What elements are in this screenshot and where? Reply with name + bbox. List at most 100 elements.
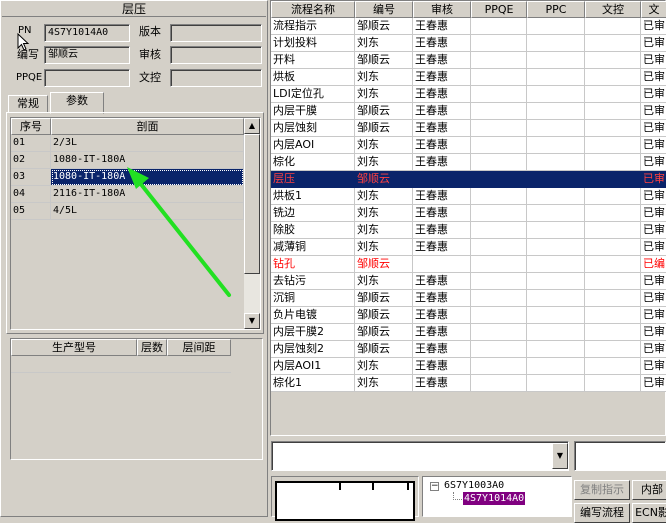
process-cell[interactable]: 内层蚀刻2 xyxy=(271,341,355,358)
process-cell[interactable]: 邹顺云 xyxy=(355,52,413,69)
process-cell[interactable] xyxy=(471,239,527,256)
production-header-spacing[interactable]: 层间距 xyxy=(167,339,231,356)
process-cell[interactable]: 棕化 xyxy=(271,154,355,171)
section-row-value[interactable]: 1080-IT-180A xyxy=(51,152,244,169)
process-cell[interactable] xyxy=(471,205,527,222)
process-cell[interactable]: 已审 xyxy=(641,375,666,392)
process-cell[interactable] xyxy=(585,171,641,188)
process-cell[interactable] xyxy=(413,256,471,273)
process-cell[interactable]: 王春惠 xyxy=(413,103,471,120)
process-row[interactable]: 烘板 刘东 王春惠 已审 xyxy=(271,69,666,86)
process-cell[interactable]: 王春惠 xyxy=(413,137,471,154)
process-row[interactable]: 内层AOI 刘东 王春惠 已审 xyxy=(271,137,666,154)
process-cell[interactable]: 刘东 xyxy=(355,35,413,52)
process-cell[interactable]: 内层AOI xyxy=(271,137,355,154)
process-row[interactable]: LDI定位孔 刘东 王春惠 已审 xyxy=(271,86,666,103)
process-cell[interactable]: 已审 xyxy=(641,69,666,86)
process-cell[interactable] xyxy=(527,256,585,273)
process-cell[interactable] xyxy=(471,290,527,307)
process-cell[interactable] xyxy=(585,239,641,256)
process-cell[interactable]: 刘东 xyxy=(355,222,413,239)
process-cell[interactable]: 王春惠 xyxy=(413,35,471,52)
process-cell[interactable] xyxy=(527,358,585,375)
process-cell[interactable]: 已审 xyxy=(641,120,666,137)
process-cell[interactable] xyxy=(471,103,527,120)
process-cell[interactable] xyxy=(527,222,585,239)
process-cell[interactable]: 层压 xyxy=(271,171,355,188)
process-header-1[interactable]: 编号 xyxy=(355,1,413,18)
process-cell[interactable]: 已审 xyxy=(641,188,666,205)
process-cell[interactable]: 刘东 xyxy=(355,205,413,222)
process-row[interactable]: 层压 邹顺云 已审 xyxy=(271,171,666,188)
process-cell[interactable]: 已审 xyxy=(641,358,666,375)
process-cell[interactable]: 王春惠 xyxy=(413,52,471,69)
process-cell[interactable] xyxy=(471,188,527,205)
process-cell[interactable]: 刘东 xyxy=(355,273,413,290)
process-header-5[interactable]: 文控 xyxy=(585,1,641,18)
process-cell[interactable]: 王春惠 xyxy=(413,86,471,103)
process-cell[interactable]: 邹顺云 xyxy=(355,103,413,120)
process-cell[interactable]: 已审 xyxy=(641,154,666,171)
process-cell[interactable] xyxy=(585,273,641,290)
process-row[interactable]: 内层蚀刻 邹顺云 王春惠 已审 xyxy=(271,120,666,137)
process-row[interactable]: 负片电镀 邹顺云 王春惠 已审 xyxy=(271,307,666,324)
process-cell[interactable]: 沉铜 xyxy=(271,290,355,307)
process-cell[interactable]: 除胶 xyxy=(271,222,355,239)
doc-control-field[interactable] xyxy=(170,69,262,87)
process-cell[interactable]: 内层蚀刻 xyxy=(271,120,355,137)
scroll-up-button[interactable]: ▲ xyxy=(244,118,260,134)
process-cell[interactable]: 邹顺云 xyxy=(355,171,413,188)
process-cell[interactable]: 刘东 xyxy=(355,86,413,103)
process-table[interactable]: 流程名称 编号 审核 PPQE PPC 文控文 流程指示 邹顺云 王春惠 已审 计划投料 刘东 王春惠… xyxy=(270,0,666,436)
process-row[interactable]: 沉铜 邹顺云 王春惠 已审 xyxy=(271,290,666,307)
process-row[interactable]: 计划投料 刘东 王春惠 已审 xyxy=(271,35,666,52)
process-row[interactable]: 棕化1 刘东 王春惠 已审 xyxy=(271,375,666,392)
process-cell[interactable]: 已审 xyxy=(641,86,666,103)
process-cell[interactable]: 王春惠 xyxy=(413,239,471,256)
process-cell[interactable] xyxy=(585,120,641,137)
scroll-thumb[interactable] xyxy=(244,134,260,274)
process-cell[interactable]: 邹顺云 xyxy=(355,307,413,324)
process-cell[interactable]: 已审 xyxy=(641,324,666,341)
process-cell[interactable] xyxy=(527,273,585,290)
process-cell[interactable] xyxy=(471,222,527,239)
review-field[interactable] xyxy=(170,46,262,64)
process-header-3[interactable]: PPQE xyxy=(471,1,527,18)
process-cell[interactable] xyxy=(527,324,585,341)
process-cell[interactable]: 王春惠 xyxy=(413,154,471,171)
pn-field[interactable]: 4S7Y1014A0 xyxy=(44,24,130,42)
process-cell[interactable] xyxy=(527,171,585,188)
process-cell[interactable]: 王春惠 xyxy=(413,358,471,375)
section-row-no[interactable]: 01 xyxy=(11,135,51,152)
process-cell[interactable] xyxy=(471,35,527,52)
process-cell[interactable]: 邹顺云 xyxy=(355,341,413,358)
section-row-value[interactable]: 1080-IT-180A xyxy=(51,169,244,186)
process-cell[interactable]: 王春惠 xyxy=(413,120,471,137)
section-row-no[interactable]: 05 xyxy=(11,203,51,220)
version-field[interactable] xyxy=(170,24,262,42)
write-process-button[interactable]: 编写流程 xyxy=(574,503,630,523)
process-cell[interactable]: 王春惠 xyxy=(413,324,471,341)
process-cell[interactable] xyxy=(527,69,585,86)
process-cell[interactable]: 已审 xyxy=(641,52,666,69)
process-cell[interactable]: 计划投料 xyxy=(271,35,355,52)
process-header-0[interactable]: 流程名称 xyxy=(271,1,355,18)
process-cell[interactable] xyxy=(413,171,471,188)
process-cell[interactable]: 已审 xyxy=(641,222,666,239)
internal-button[interactable]: 内部 xyxy=(632,480,666,500)
process-cell[interactable] xyxy=(471,52,527,69)
process-row[interactable]: 流程指示 邹顺云 王春惠 已审 xyxy=(271,18,666,35)
section-table[interactable]: 序号 剖面 01 2/3L 02 1080-IT-180A 03 1080-IT-180A… xyxy=(10,117,261,330)
process-cell[interactable]: 已编 xyxy=(641,256,666,273)
tree-child-node[interactable]: 4S7Y1014A0 xyxy=(463,492,526,505)
process-cell[interactable] xyxy=(471,120,527,137)
tree-collapse-icon[interactable]: − xyxy=(430,482,439,491)
process-cell[interactable]: 铣边 xyxy=(271,205,355,222)
process-cell[interactable] xyxy=(585,256,641,273)
process-cell[interactable]: 王春惠 xyxy=(413,273,471,290)
ppqe-field[interactable] xyxy=(44,69,130,87)
production-table[interactable]: 生产型号 层数 层间距 xyxy=(10,338,263,460)
process-cell[interactable]: 王春惠 xyxy=(413,188,471,205)
process-cell[interactable]: 王春惠 xyxy=(413,341,471,358)
process-row[interactable]: 开料 邹顺云 王春惠 已审 xyxy=(271,52,666,69)
